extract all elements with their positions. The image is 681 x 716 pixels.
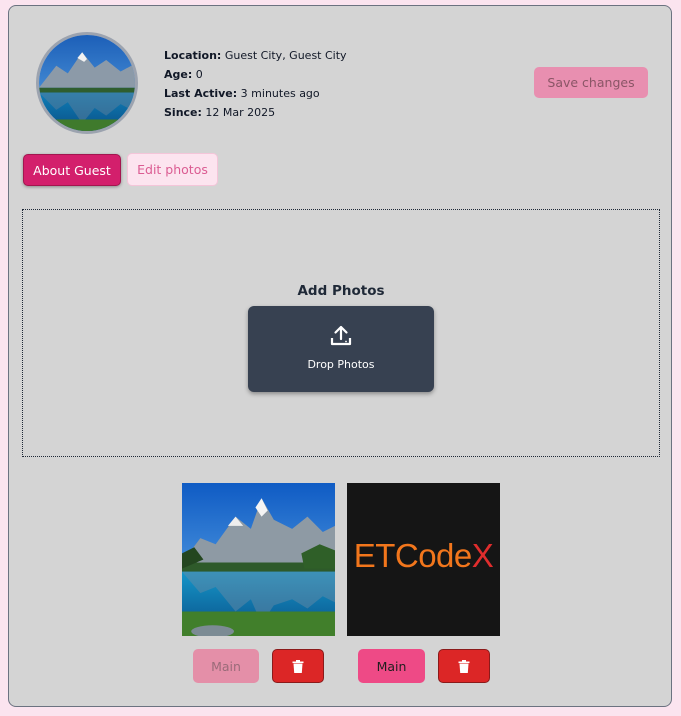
last-active-row: Last Active: 3 minutes ago xyxy=(164,84,347,103)
last-active-value: 3 minutes ago xyxy=(240,87,320,100)
location-label: Location: xyxy=(164,49,222,62)
save-changes-button[interactable]: Save changes xyxy=(534,67,648,98)
drop-photos-label: Drop Photos xyxy=(307,358,375,371)
profile-info: Location: Guest City, Guest City Age: 0 … xyxy=(164,46,347,122)
last-active-label: Last Active: xyxy=(164,87,238,100)
tab-about-guest[interactable]: About Guest xyxy=(23,154,121,186)
upload-icon xyxy=(330,325,352,346)
age-value: 0 xyxy=(195,68,203,81)
photo-thumbnail-mountain-lake xyxy=(182,483,335,636)
since-label: Since: xyxy=(164,106,202,119)
age-label: Age: xyxy=(164,68,193,81)
photo-dropzone[interactable]: Add Photos Drop Photos xyxy=(22,209,660,457)
location-row: Location: Guest City, Guest City xyxy=(164,46,347,65)
set-main-button-photo-1[interactable]: Main xyxy=(193,649,259,683)
add-photos-title: Add Photos xyxy=(297,283,385,299)
photo-thumbnail-etcodex-logo: ETCodeX xyxy=(347,483,500,636)
since-value: 12 Mar 2025 xyxy=(205,106,276,119)
delete-photo-button-1[interactable] xyxy=(272,649,324,683)
logo-text-part1: ETCode xyxy=(353,537,473,574)
trash-icon xyxy=(458,659,470,673)
trash-icon xyxy=(292,659,304,673)
tab-edit-photos[interactable]: Edit photos xyxy=(127,153,218,186)
drop-photos-button[interactable]: Drop Photos xyxy=(248,306,434,392)
set-main-button-photo-2[interactable]: Main xyxy=(358,649,425,683)
since-row: Since: 12 Mar 2025 xyxy=(164,103,347,122)
etcodex-logo-text: ETCodeX xyxy=(347,537,500,575)
logo-text-part2: X xyxy=(471,537,494,574)
avatar xyxy=(36,32,138,134)
profile-card: Location: Guest City, Guest City Age: 0 … xyxy=(8,5,672,707)
age-row: Age: 0 xyxy=(164,65,347,84)
location-value: Guest City, Guest City xyxy=(224,49,347,62)
delete-photo-button-2[interactable] xyxy=(438,649,490,683)
